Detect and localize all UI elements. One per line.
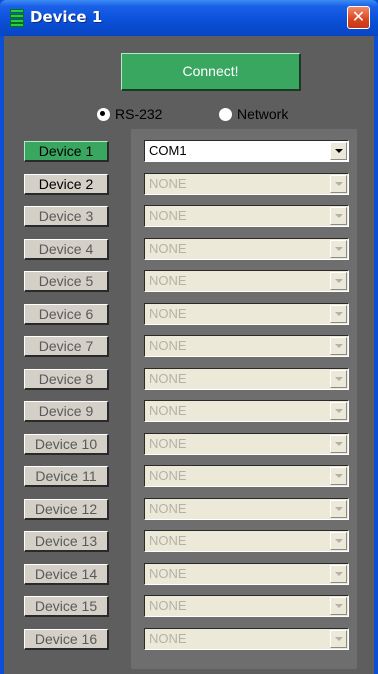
- chevron-down-icon: [330, 240, 347, 258]
- green-bars-icon: [10, 9, 24, 27]
- device-window: Device 1 ✕ Connect! RS-232 Network Devic…: [0, 0, 378, 674]
- port-select-value: COM1: [149, 143, 187, 158]
- port-select-8: NONE: [144, 368, 349, 390]
- device-button-5[interactable]: Device 5: [24, 271, 109, 292]
- close-button[interactable]: ✕: [347, 6, 370, 29]
- chevron-down-icon: [330, 467, 347, 485]
- port-select-1[interactable]: COM1: [144, 140, 349, 162]
- radio-rs232-label: RS-232: [115, 106, 163, 122]
- device-button-2[interactable]: Device 2: [24, 174, 109, 195]
- client-area: Connect! RS-232 Network Device 1 COM1 Devi…: [4, 36, 374, 674]
- chevron-down-icon: [330, 630, 347, 648]
- chevron-down-icon: [330, 597, 347, 615]
- port-select-3: NONE: [144, 205, 349, 227]
- radio-rs232-indicator[interactable]: [97, 108, 110, 121]
- connect-button[interactable]: Connect!: [121, 53, 301, 91]
- device-button-13[interactable]: Device 13: [24, 531, 109, 552]
- port-select-value: NONE: [149, 176, 187, 191]
- port-select-value: NONE: [149, 208, 187, 223]
- device-button-14[interactable]: Device 14: [24, 564, 109, 585]
- device-button-11[interactable]: Device 11: [24, 466, 109, 487]
- chevron-down-icon: [330, 500, 347, 518]
- device-button-1[interactable]: Device 1: [24, 141, 109, 162]
- port-select-value: NONE: [149, 631, 187, 646]
- port-select-value: NONE: [149, 468, 187, 483]
- radio-network-label: Network: [237, 106, 289, 122]
- port-select-value: NONE: [149, 501, 187, 516]
- device-button-7[interactable]: Device 7: [24, 336, 109, 357]
- chevron-down-icon: [330, 272, 347, 290]
- chevron-down-icon: [330, 532, 347, 550]
- port-select-value: NONE: [149, 403, 187, 418]
- radio-selected-dot: [100, 111, 105, 116]
- title-bar[interactable]: Device 1 ✕: [0, 0, 378, 36]
- port-select-value: NONE: [149, 566, 187, 581]
- chevron-down-icon: [330, 337, 347, 355]
- port-select-4: NONE: [144, 238, 349, 260]
- port-select-7: NONE: [144, 335, 349, 357]
- chevron-down-icon: [330, 565, 347, 583]
- port-select-value: NONE: [149, 598, 187, 613]
- port-select-6: NONE: [144, 303, 349, 325]
- port-select-value: NONE: [149, 338, 187, 353]
- port-select-15: NONE: [144, 595, 349, 617]
- chevron-down-icon: [330, 402, 347, 420]
- close-icon: ✕: [351, 7, 366, 26]
- port-select-value: NONE: [149, 306, 187, 321]
- port-select-10: NONE: [144, 433, 349, 455]
- port-select-9: NONE: [144, 400, 349, 422]
- port-select-13: NONE: [144, 530, 349, 552]
- chevron-down-icon: [330, 370, 347, 388]
- chevron-down-icon[interactable]: [330, 142, 347, 160]
- device-button-8[interactable]: Device 8: [24, 369, 109, 390]
- device-button-10[interactable]: Device 10: [24, 434, 109, 455]
- port-select-value: NONE: [149, 273, 187, 288]
- chevron-down-icon: [330, 305, 347, 323]
- chevron-down-icon: [330, 207, 347, 225]
- port-select-2: NONE: [144, 173, 349, 195]
- port-select-value: NONE: [149, 436, 187, 451]
- device-button-3[interactable]: Device 3: [24, 206, 109, 227]
- port-select-value: NONE: [149, 533, 187, 548]
- chevron-down-icon: [330, 175, 347, 193]
- chevron-down-icon: [330, 435, 347, 453]
- device-button-12[interactable]: Device 12: [24, 499, 109, 520]
- port-select-value: NONE: [149, 241, 187, 256]
- port-select-5: NONE: [144, 270, 349, 292]
- device-button-16[interactable]: Device 16: [24, 629, 109, 650]
- port-select-12: NONE: [144, 498, 349, 520]
- device-button-9[interactable]: Device 9: [24, 401, 109, 422]
- radio-network-indicator[interactable]: [219, 108, 232, 121]
- port-select-value: NONE: [149, 371, 187, 386]
- device-button-15[interactable]: Device 15: [24, 596, 109, 617]
- port-select-14: NONE: [144, 563, 349, 585]
- window-title: Device 1: [30, 8, 103, 26]
- port-select-16: NONE: [144, 628, 349, 650]
- port-select-11: NONE: [144, 465, 349, 487]
- device-button-4[interactable]: Device 4: [24, 239, 109, 260]
- device-button-6[interactable]: Device 6: [24, 304, 109, 325]
